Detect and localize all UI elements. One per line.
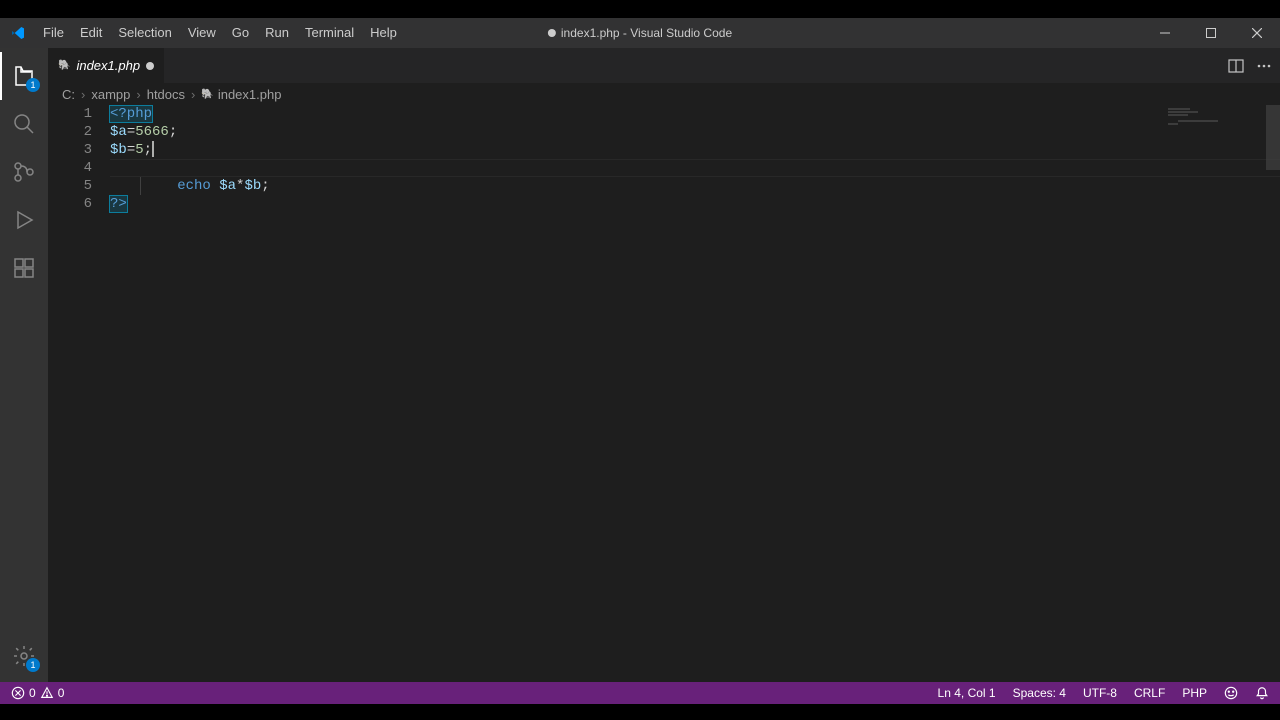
workbench: 1 1 🐘 index1.php [0, 48, 1280, 684]
breadcrumbs[interactable]: C:› xampp› htdocs› 🐘index1.php [48, 83, 1280, 105]
activity-settings[interactable]: 1 [0, 632, 48, 680]
menu-bar: File Edit Selection View Go Run Terminal… [35, 18, 405, 48]
window-title: index1.php - Visual Studio Code [548, 26, 732, 40]
activity-search[interactable] [0, 100, 48, 148]
tab-dirty-icon [146, 62, 154, 70]
code-content[interactable]: <?php $a=5666; $b=5; echo $a*$b; ?> [110, 105, 1280, 684]
split-editor-button[interactable] [1228, 58, 1244, 74]
vertical-scrollbar[interactable] [1266, 105, 1280, 684]
minimap[interactable] [1166, 106, 1266, 666]
code-editor[interactable]: 1 2 3 4 5 6 <?php $a=5666; $b=5; echo $a… [48, 105, 1280, 684]
more-actions-button[interactable] [1256, 58, 1272, 74]
status-notifications[interactable] [1250, 686, 1274, 700]
status-bar: 0 0 Ln 4, Col 1 Spaces: 4 UTF-8 CRLF PHP [0, 682, 1280, 704]
menu-file[interactable]: File [35, 18, 72, 48]
editor-area: 🐘 index1.php C:› xampp› htdocs› 🐘index1.… [48, 48, 1280, 684]
line-number-gutter: 1 2 3 4 5 6 [48, 105, 110, 684]
activity-run-debug[interactable] [0, 196, 48, 244]
explorer-badge: 1 [26, 78, 40, 92]
menu-run[interactable]: Run [257, 18, 297, 48]
maximize-button[interactable] [1188, 18, 1234, 48]
settings-badge: 1 [26, 658, 40, 672]
crumb-file: 🐘index1.php [201, 87, 281, 102]
activity-extensions[interactable] [0, 244, 48, 292]
crumb-drive: C:› [62, 87, 87, 102]
php-file-icon: 🐘 [58, 60, 70, 71]
minimize-button[interactable] [1142, 18, 1188, 48]
crumb-htdocs: htdocs› [147, 87, 198, 102]
menu-go[interactable]: Go [224, 18, 257, 48]
tab-index1-php[interactable]: 🐘 index1.php [48, 48, 165, 83]
status-problems[interactable]: 0 0 [6, 686, 69, 700]
title-bar: File Edit Selection View Go Run Terminal… [0, 18, 1280, 48]
crumb-xampp: xampp› [91, 87, 142, 102]
php-file-icon: 🐘 [201, 89, 213, 100]
status-encoding[interactable]: UTF-8 [1078, 686, 1122, 700]
activity-bar: 1 1 [0, 48, 48, 684]
menu-view[interactable]: View [180, 18, 224, 48]
menu-terminal[interactable]: Terminal [297, 18, 362, 48]
status-eol[interactable]: CRLF [1129, 686, 1170, 700]
status-indentation[interactable]: Spaces: 4 [1008, 686, 1071, 700]
activity-source-control[interactable] [0, 148, 48, 196]
close-button[interactable] [1234, 18, 1280, 48]
status-cursor-position[interactable]: Ln 4, Col 1 [933, 686, 1001, 700]
status-language[interactable]: PHP [1177, 686, 1212, 700]
status-feedback[interactable] [1219, 686, 1243, 700]
menu-help[interactable]: Help [362, 18, 405, 48]
text-cursor [152, 141, 154, 157]
window-controls [1142, 18, 1280, 48]
dirty-indicator-icon [548, 29, 556, 37]
menu-edit[interactable]: Edit [72, 18, 110, 48]
tab-label: index1.php [76, 58, 140, 73]
vscode-logo-icon [0, 25, 35, 41]
menu-selection[interactable]: Selection [110, 18, 179, 48]
editor-actions [1220, 48, 1280, 83]
activity-explorer[interactable]: 1 [0, 52, 48, 100]
tab-bar: 🐘 index1.php [48, 48, 1280, 83]
scrollbar-thumb[interactable] [1266, 105, 1280, 170]
